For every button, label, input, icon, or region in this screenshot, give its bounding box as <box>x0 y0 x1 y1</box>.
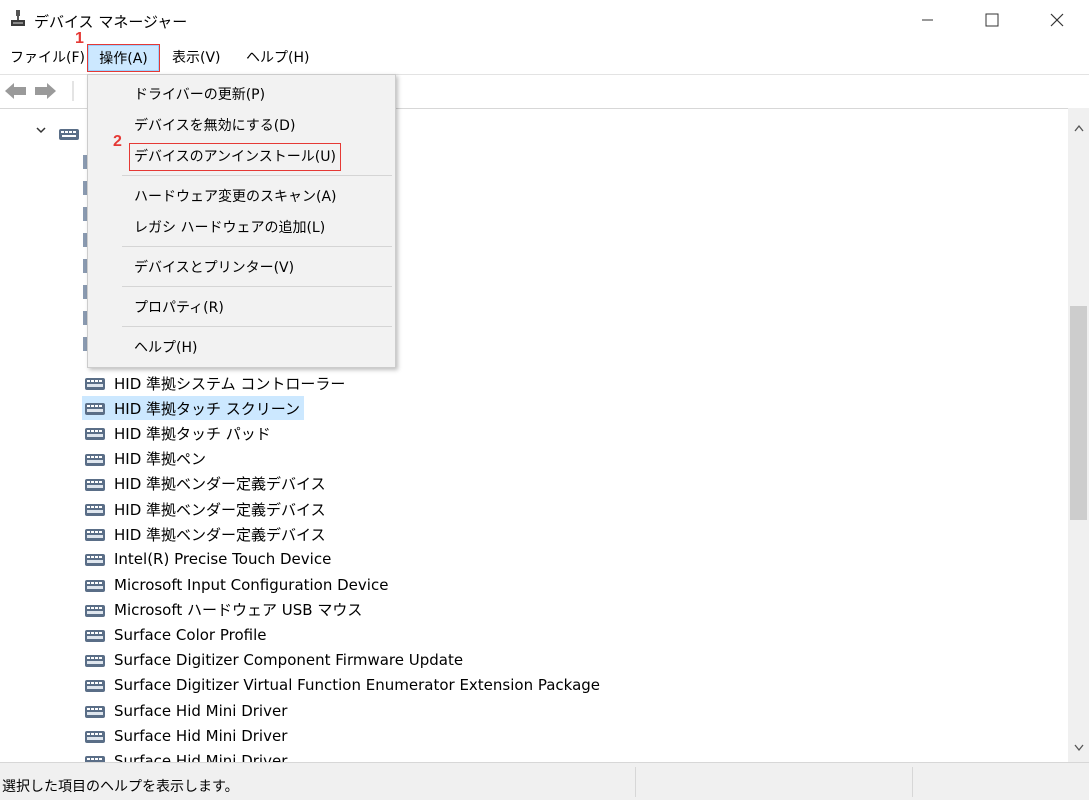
maximize-icon <box>985 13 999 27</box>
device-label: Intel(R) Precise Touch Device <box>114 550 332 569</box>
minimize-icon <box>922 19 933 21</box>
tree-row[interactable]: HID 準拠タッチ パッド <box>82 421 271 445</box>
device-manager-icon <box>11 10 25 26</box>
chevron-down-icon[interactable] <box>36 125 46 135</box>
scroll-up-button[interactable] <box>1068 118 1089 138</box>
tree-row[interactable]: Surface Digitizer Virtual Function Enume… <box>82 673 600 697</box>
device-label: HID 準拠ベンダー定義デバイス <box>114 500 326 519</box>
device-label: HID 準拠システム コントローラー <box>114 374 346 393</box>
tree-row[interactable]: HID 準拠ベンダー定義デバイス <box>82 497 326 521</box>
chevron-up-icon <box>1073 124 1084 132</box>
tree-row[interactable]: Intel(R) Precise Touch Device <box>82 547 331 571</box>
maximize-button[interactable] <box>969 0 1015 40</box>
device-label: HID 準拠ベンダー定義デバイス <box>114 475 326 494</box>
tree-row[interactable]: Surface Hid Mini Driver <box>82 749 287 763</box>
menu-properties[interactable]: プロパティ(R) <box>134 295 224 321</box>
hid-device-icon <box>85 655 105 668</box>
status-divider <box>912 767 913 797</box>
menu-separator <box>122 246 392 247</box>
hid-device-icon <box>85 680 105 693</box>
window-title: デバイス マネージャー <box>34 13 188 31</box>
menu-file[interactable]: ファイル(F) <box>10 45 85 71</box>
hid-device-icon <box>85 403 105 416</box>
step-2-label: 2 <box>113 133 122 150</box>
tree-row[interactable]: HID 準拠ベンダー定義デバイス <box>82 472 326 496</box>
hid-device-icon <box>85 453 105 466</box>
hid-device-icon <box>85 630 105 642</box>
hid-device-icon <box>85 428 105 441</box>
hid-device-icon <box>85 378 105 390</box>
hid-device-icon <box>85 579 105 592</box>
hid-device-icon <box>85 554 105 567</box>
hid-device-icon <box>85 730 105 743</box>
status-text: 選択した項目のヘルプを表示します。 <box>2 779 239 795</box>
device-label: Microsoft Input Configuration Device <box>114 575 389 594</box>
device-label: Surface Color Profile <box>114 626 267 644</box>
forward-arrow-icon <box>35 83 56 99</box>
hid-category-icon <box>59 129 79 140</box>
action-menu-dropdown: ドライバーの更新(P) デバイスを無効にする(D) デバイスのアンインストール(… <box>87 74 396 368</box>
menu-bar: ファイル(F) 操作(A) 表示(V) ヘルプ(H) <box>0 42 1089 72</box>
hid-device-icon <box>85 529 105 542</box>
hid-device-icon <box>85 478 105 491</box>
tree-row[interactable]: Surface Hid Mini Driver <box>82 699 287 723</box>
tree-row-selected[interactable]: HID 準拠タッチ スクリーン <box>82 396 305 421</box>
tree-row[interactable]: Microsoft Input Configuration Device <box>82 573 388 597</box>
menu-view[interactable]: 表示(V) <box>172 45 221 71</box>
hid-device-icon <box>85 705 105 718</box>
tree-row[interactable]: HID 準拠ペン <box>82 447 206 471</box>
menu-help-item[interactable]: ヘルプ(H) <box>134 335 197 361</box>
hid-device-icon <box>85 604 105 617</box>
forward-button[interactable] <box>33 81 57 101</box>
tree-row[interactable]: Microsoft ハードウェア USB マウス <box>82 598 362 622</box>
status-divider <box>635 767 636 797</box>
tree-row[interactable]: HID 準拠ベンダー定義デバイス <box>82 522 326 546</box>
device-label: HID 準拠タッチ パッド <box>114 424 271 443</box>
step-1-label: 1 <box>75 30 84 47</box>
vertical-scrollbar[interactable] <box>1068 108 1089 762</box>
title-bar: デバイス マネージャー <box>0 0 1089 40</box>
device-label: Surface Digitizer Component Firmware Upd… <box>114 651 464 670</box>
menu-devices-printers[interactable]: デバイスとプリンター(V) <box>134 255 294 281</box>
back-button[interactable] <box>4 81 28 101</box>
device-label: HID 準拠タッチ スクリーン <box>114 399 301 418</box>
menu-scan-hardware[interactable]: ハードウェア変更のスキャン(A) <box>134 184 337 210</box>
tree-row[interactable]: Surface Hid Mini Driver <box>82 724 287 748</box>
menu-uninstall-device[interactable]: デバイスのアンインストール(U) <box>129 143 341 171</box>
device-label: Surface Hid Mini Driver <box>114 701 288 720</box>
toolbar-separator <box>66 81 80 101</box>
device-label: HID 準拠ベンダー定義デバイス <box>114 525 326 544</box>
menu-help[interactable]: ヘルプ(H) <box>246 45 309 71</box>
menu-disable-device[interactable]: デバイスを無効にする(D) <box>134 113 295 139</box>
tree-row[interactable]: Surface Color Profile <box>82 623 266 647</box>
scroll-down-button[interactable] <box>1068 738 1089 758</box>
status-bar: 選択した項目のヘルプを表示します。 <box>0 762 1089 800</box>
device-label: Surface Hid Mini Driver <box>114 726 288 745</box>
tree-row[interactable]: Surface Digitizer Component Firmware Upd… <box>82 648 463 672</box>
chevron-down-icon <box>1073 744 1084 752</box>
tree-row[interactable]: HID 準拠システム コントローラー <box>82 371 345 395</box>
menu-add-legacy-hardware[interactable]: レガシ ハードウェアの追加(L) <box>134 215 325 241</box>
menu-update-driver[interactable]: ドライバーの更新(P) <box>134 82 265 108</box>
menu-separator <box>122 286 392 287</box>
back-arrow-icon <box>5 83 26 99</box>
menu-separator <box>122 326 392 327</box>
device-label: HID 準拠ペン <box>114 450 207 469</box>
close-button[interactable] <box>1034 0 1080 40</box>
device-label: Microsoft ハードウェア USB マウス <box>114 601 363 620</box>
close-icon <box>1050 13 1064 27</box>
menu-action[interactable]: 操作(A) <box>87 44 160 72</box>
hid-device-icon <box>85 504 105 516</box>
minimize-button[interactable] <box>905 0 951 40</box>
menu-separator <box>122 175 392 176</box>
device-label: Surface Digitizer Virtual Function Enume… <box>114 676 601 695</box>
scroll-thumb[interactable] <box>1070 306 1087 520</box>
